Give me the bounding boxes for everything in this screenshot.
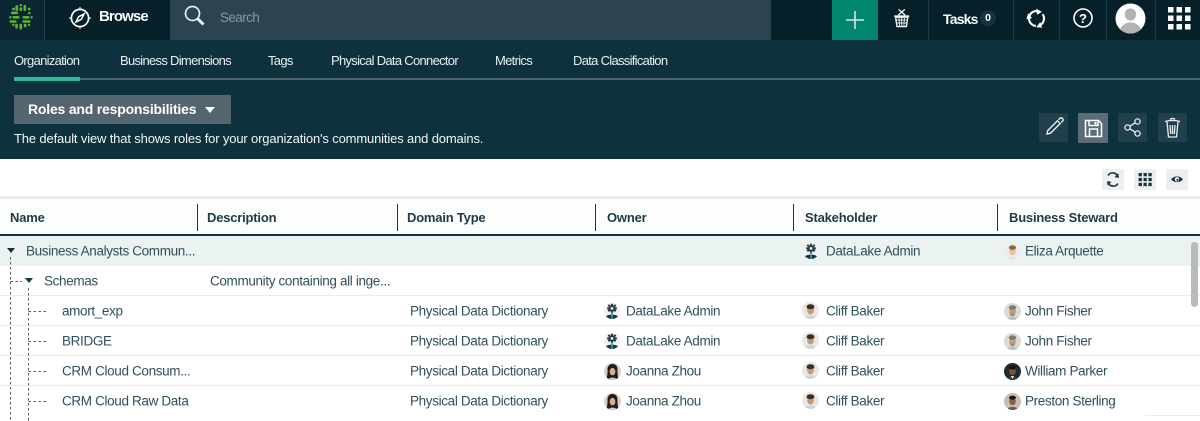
- svg-text:?: ?: [1079, 11, 1087, 26]
